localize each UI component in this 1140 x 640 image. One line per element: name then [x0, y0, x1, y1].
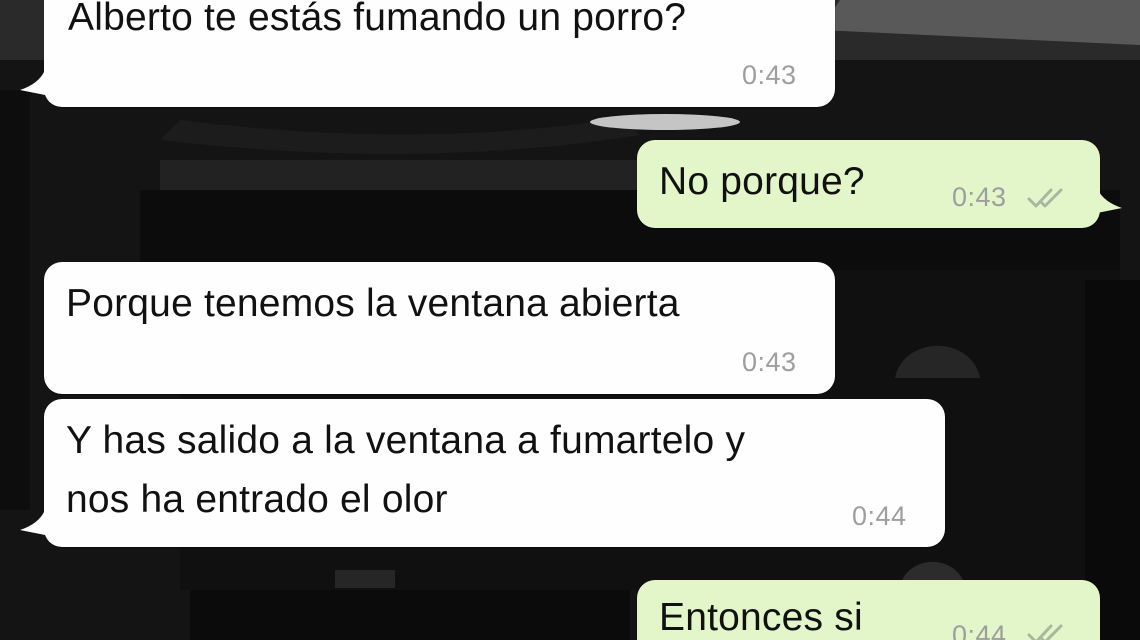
bubble-tail: [20, 72, 50, 96]
message-text: Entonces si: [659, 596, 863, 639]
message-text: Porque tenemos la ventana abierta: [66, 282, 680, 325]
incoming-message-bubble[interactable]: Alberto te estás fumando un porro? 0:43: [44, 0, 835, 107]
incoming-message-bubble[interactable]: Porque tenemos la ventana abierta 0:43: [44, 262, 835, 394]
message-timestamp: 0:43: [742, 347, 797, 377]
bubble-tail: [1092, 190, 1122, 214]
message-timestamp: 0:43: [952, 182, 1007, 212]
bubble-tail: [20, 512, 50, 536]
double-check-icon: [1027, 188, 1063, 208]
outgoing-message-bubble[interactable]: Entonces si 0:44: [637, 580, 1100, 640]
message-text-line-2: nos ha entrado el olor: [66, 478, 448, 521]
message-text: Alberto te estás fumando un porro?: [68, 0, 687, 39]
message-text: No porque?: [659, 160, 865, 203]
incoming-message-bubble[interactable]: Y has salido a la ventana a fumartelo y …: [44, 399, 945, 547]
message-text-line-1: Y has salido a la ventana a fumartelo y: [66, 419, 746, 462]
message-timestamp: 0:44: [852, 501, 907, 531]
message-timestamp: 0:44: [952, 620, 1007, 640]
double-check-icon: [1027, 624, 1063, 640]
message-timestamp: 0:43: [742, 60, 797, 90]
outgoing-message-bubble[interactable]: No porque? 0:43: [637, 140, 1100, 228]
